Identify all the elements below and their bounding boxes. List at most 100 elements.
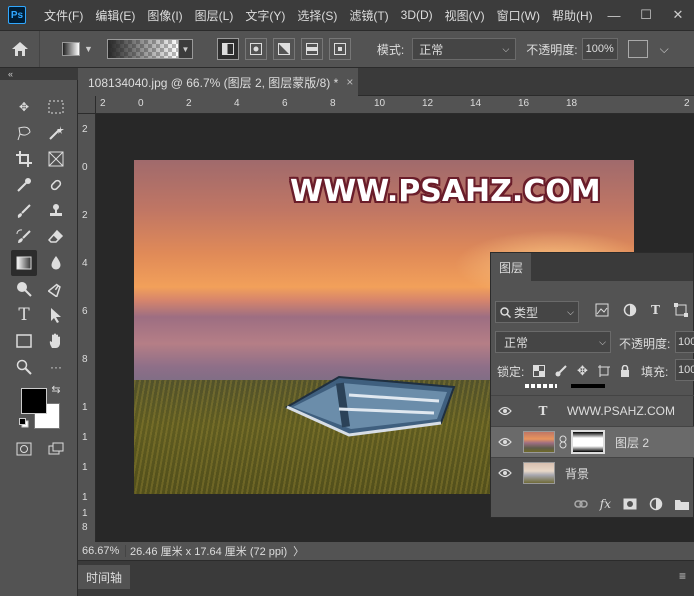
- layer-opacity-label: 不透明度:: [619, 337, 671, 351]
- ruler-label: 8: [82, 522, 88, 533]
- brush-tool-icon[interactable]: [11, 198, 37, 224]
- layer-opacity-input[interactable]: 100: [675, 331, 694, 353]
- horizontal-ruler[interactable]: 2 0 2 4 6 8 10 12 14 16 18 2: [96, 96, 694, 114]
- magic-wand-tool-icon[interactable]: [43, 120, 69, 146]
- layer-row-layer2[interactable]: 图层 2: [491, 426, 694, 457]
- mode-select[interactable]: 正常 ⌵: [412, 38, 517, 60]
- blend-mode-select[interactable]: 正常 ⌵: [495, 331, 611, 353]
- healing-brush-tool-icon[interactable]: [43, 172, 69, 198]
- gradient-tool-icon[interactable]: [11, 250, 37, 276]
- menu-layer[interactable]: 图层(L): [189, 7, 240, 24]
- restore-button[interactable]: ☐: [630, 0, 662, 30]
- dither-icon[interactable]: ⌵: [660, 42, 669, 57]
- folder-icon[interactable]: [675, 498, 689, 510]
- chevron-down-icon[interactable]: ▼: [84, 44, 93, 54]
- lock-transparent-icon[interactable]: [533, 365, 545, 377]
- eraser-tool-icon[interactable]: [43, 224, 69, 250]
- reverse-icon[interactable]: [627, 40, 648, 58]
- add-mask-icon[interactable]: [623, 498, 637, 510]
- zoom-level[interactable]: 66.67%: [78, 545, 126, 557]
- lasso-tool-icon[interactable]: [11, 120, 37, 146]
- layer-row-text[interactable]: T WWW.PSAHZ.COM: [491, 395, 694, 426]
- adjustment-filter-icon[interactable]: [623, 303, 637, 317]
- gradient-editor-swatch[interactable]: [106, 39, 179, 59]
- opacity-input[interactable]: 100%: [581, 38, 618, 60]
- close-button[interactable]: ✕: [662, 0, 694, 30]
- eyedropper-tool-icon[interactable]: [11, 172, 37, 198]
- linear-gradient-icon: [221, 43, 234, 55]
- menu-filter[interactable]: 滤镜(T): [343, 7, 394, 24]
- lock-position-icon[interactable]: ✥: [577, 363, 588, 379]
- layer-row-background[interactable]: 背景: [491, 457, 694, 488]
- visibility-toggle[interactable]: [491, 406, 519, 416]
- toolbar-collapse-button[interactable]: «: [0, 68, 78, 80]
- layer-mask-thumbnail[interactable]: [571, 430, 605, 454]
- link-layers-icon[interactable]: [574, 499, 588, 509]
- angle-gradient-button[interactable]: [272, 38, 295, 60]
- visibility-toggle[interactable]: [491, 437, 519, 447]
- fill-label: 填充:: [641, 365, 669, 379]
- menu-3d[interactable]: 3D(D): [395, 8, 439, 22]
- foreground-color-swatch[interactable]: [21, 388, 47, 414]
- fill-input[interactable]: 100: [675, 359, 694, 381]
- dodge-tool-icon[interactable]: [11, 276, 37, 302]
- more-tools-icon[interactable]: ···: [43, 354, 69, 380]
- layer-kind-filter[interactable]: 类型 ⌵: [495, 301, 579, 323]
- ruler-label: 12: [422, 98, 434, 109]
- pixel-filter-icon[interactable]: [595, 303, 609, 317]
- blur-tool-icon[interactable]: [43, 250, 69, 276]
- rectangle-tool-icon[interactable]: [11, 328, 37, 354]
- ruler-label: 2: [82, 124, 88, 135]
- path-selection-tool-icon[interactable]: [43, 302, 69, 328]
- type-tool-icon[interactable]: T: [11, 302, 37, 328]
- document-tab[interactable]: 108134040.jpg @ 66.7% (图层 2, 图层蒙版/8) * ×: [78, 68, 358, 96]
- gradient-preset-icon[interactable]: [62, 42, 80, 56]
- quick-mask-icon[interactable]: [11, 436, 37, 462]
- history-brush-tool-icon[interactable]: [11, 224, 37, 250]
- lock-artboard-icon[interactable]: [597, 365, 610, 377]
- vertical-ruler[interactable]: 2 0 2 4 6 8 1 1 1 1 1 8: [78, 114, 96, 542]
- lock-brush-icon[interactable]: [555, 365, 567, 377]
- menu-type[interactable]: 文字(Y): [239, 7, 291, 24]
- chain-link-icon[interactable]: [559, 435, 567, 449]
- minimize-button[interactable]: —: [598, 0, 630, 30]
- ruler-label: 1: [82, 462, 88, 473]
- hand-tool-icon[interactable]: [43, 328, 69, 354]
- fx-icon[interactable]: fx: [600, 497, 611, 511]
- close-icon[interactable]: ×: [346, 75, 353, 89]
- menu-edit[interactable]: 编辑(E): [89, 7, 141, 24]
- marquee-tool-icon[interactable]: [43, 94, 69, 120]
- shape-filter-icon[interactable]: [673, 303, 688, 317]
- menu-file[interactable]: 文件(F): [38, 7, 89, 24]
- lock-all-icon[interactable]: [620, 365, 630, 377]
- layers-tab[interactable]: 图层: [491, 253, 531, 281]
- menu-view[interactable]: 视图(V): [439, 7, 491, 24]
- clone-stamp-tool-icon[interactable]: [43, 198, 69, 224]
- menu-image[interactable]: 图像(I): [141, 7, 188, 24]
- panel-menu-icon[interactable]: ≡: [679, 569, 686, 583]
- timeline-tab[interactable]: 时间轴: [78, 565, 130, 589]
- screen-mode-icon[interactable]: [43, 436, 69, 462]
- status-menu-arrow[interactable]: 〉: [293, 543, 304, 559]
- ruler-label: 18: [566, 98, 578, 109]
- frame-tool-icon[interactable]: [43, 146, 69, 172]
- mode-label: 模式:: [376, 42, 405, 57]
- gradient-dropdown-button[interactable]: ▼: [178, 39, 193, 59]
- diamond-gradient-button[interactable]: [328, 38, 351, 60]
- menu-help[interactable]: 帮助(H): [546, 7, 599, 24]
- crop-tool-icon[interactable]: [11, 146, 37, 172]
- pen-tool-icon[interactable]: [43, 276, 69, 302]
- swap-colors-icon[interactable]: ⇆: [49, 382, 63, 396]
- menu-select[interactable]: 选择(S): [291, 7, 343, 24]
- adjustment-layer-icon[interactable]: [649, 497, 663, 511]
- home-button[interactable]: [0, 31, 40, 67]
- visibility-toggle[interactable]: [491, 468, 519, 478]
- move-tool-icon[interactable]: ✥: [11, 94, 37, 120]
- default-colors-icon[interactable]: [17, 416, 31, 430]
- reflected-gradient-button[interactable]: [300, 38, 323, 60]
- zoom-tool-icon[interactable]: [11, 354, 37, 380]
- linear-gradient-button[interactable]: [216, 38, 239, 60]
- radial-gradient-button[interactable]: [244, 38, 267, 60]
- menu-window[interactable]: 窗口(W): [491, 7, 546, 24]
- type-filter-icon[interactable]: T: [651, 303, 660, 317]
